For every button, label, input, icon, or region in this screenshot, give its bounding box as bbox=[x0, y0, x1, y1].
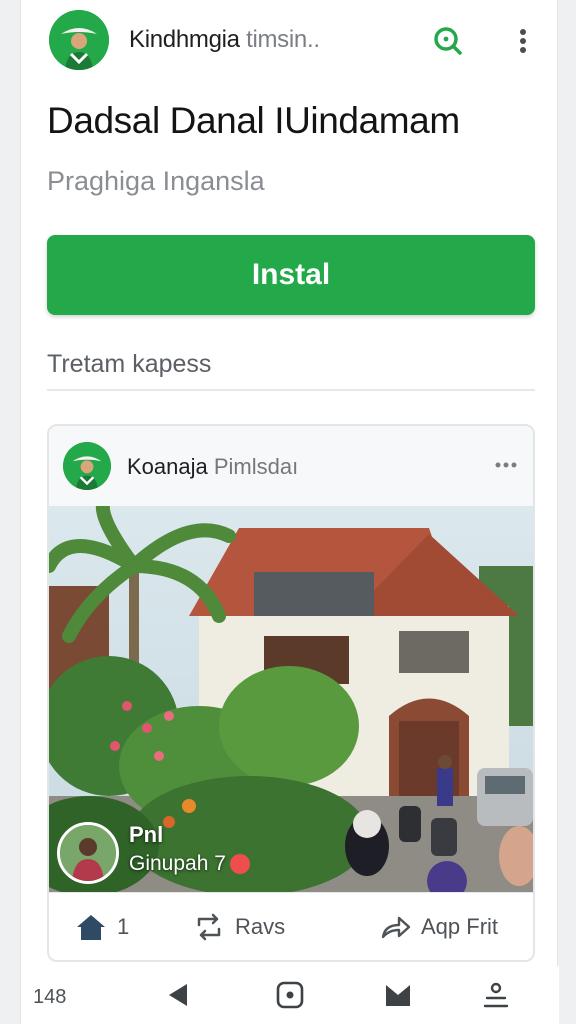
app-title-muted: timsin.. bbox=[246, 26, 320, 53]
post-author-name[interactable]: Koanaja Pimlsdaı bbox=[127, 454, 298, 480]
app-bar: Kindhmgia timsin.. bbox=[21, 0, 559, 82]
section-label: Tretam kapess bbox=[47, 350, 212, 378]
more-horizontal-icon bbox=[495, 462, 517, 468]
nav-profile-button[interactable] bbox=[481, 980, 511, 1010]
share-label: Aqp Frit bbox=[421, 914, 499, 939]
post-actions: 1 Ravs Aqp Frit bbox=[49, 892, 533, 960]
post-photo[interactable] bbox=[49, 506, 533, 892]
nav-home-button[interactable] bbox=[275, 980, 305, 1010]
repost-button[interactable]: Ravs bbox=[193, 913, 285, 941]
app-title-main: Kindhmgia bbox=[129, 26, 240, 53]
back-icon bbox=[169, 984, 187, 1006]
person-photo-icon bbox=[60, 825, 116, 881]
page-subline: Praghiga Inganslа bbox=[47, 166, 265, 196]
overlay-avatar[interactable] bbox=[57, 822, 119, 884]
house-photo-image bbox=[49, 506, 533, 892]
avatar-hat-icon bbox=[63, 442, 111, 490]
post-author-main: Koanaja bbox=[127, 454, 208, 479]
post-header: Koanaja Pimlsdaı bbox=[49, 426, 533, 506]
overflow-menu-button[interactable] bbox=[511, 24, 535, 58]
nav-mail-button[interactable] bbox=[383, 980, 413, 1010]
more-vertical-icon bbox=[520, 29, 526, 53]
mail-icon bbox=[386, 985, 410, 1006]
page-headline: Dadsal Danal IUindamam bbox=[47, 100, 460, 141]
overlay-caption: Ginupah 7 bbox=[129, 852, 250, 876]
section-divider bbox=[47, 389, 535, 391]
profile-icon bbox=[483, 982, 509, 1008]
search-button[interactable] bbox=[431, 24, 465, 58]
home-icon bbox=[276, 981, 304, 1009]
like-count: 1 bbox=[117, 914, 130, 939]
share-arrow-icon bbox=[381, 916, 411, 939]
like-button[interactable]: 1 bbox=[75, 913, 129, 941]
phone-screen: Kindhmgia timsin.. Dadsal Danal IUindama… bbox=[20, 0, 559, 1024]
overlay-title: Pnl bbox=[129, 822, 164, 847]
search-icon bbox=[434, 27, 462, 55]
nav-count: 148 bbox=[33, 986, 67, 1008]
post-more-button[interactable] bbox=[493, 456, 519, 474]
overlay-caption-text: Ginupah 7 bbox=[129, 852, 226, 875]
app-logo-avatar[interactable] bbox=[49, 10, 109, 70]
post-author-avatar[interactable] bbox=[63, 442, 111, 490]
repost-label: Ravs bbox=[235, 914, 286, 939]
heart-emoji-icon bbox=[229, 854, 250, 874]
install-button[interactable]: Instal bbox=[47, 235, 535, 315]
nav-back-button[interactable] bbox=[165, 980, 195, 1010]
post-card[interactable]: Koanaja Pimlsdaı Pnl Ginupah 7 1 Ravs Aq… bbox=[47, 424, 535, 962]
share-button[interactable]: Aqp Frit bbox=[379, 913, 498, 941]
post-author-muted: Pimlsdaı bbox=[213, 454, 299, 479]
home-like-icon bbox=[77, 915, 105, 940]
bottom-nav: 148 bbox=[21, 966, 559, 1024]
app-title: Kindhmgia timsin.. bbox=[129, 26, 320, 54]
repost-icon bbox=[197, 913, 221, 941]
avatar-hat-icon bbox=[49, 10, 109, 70]
